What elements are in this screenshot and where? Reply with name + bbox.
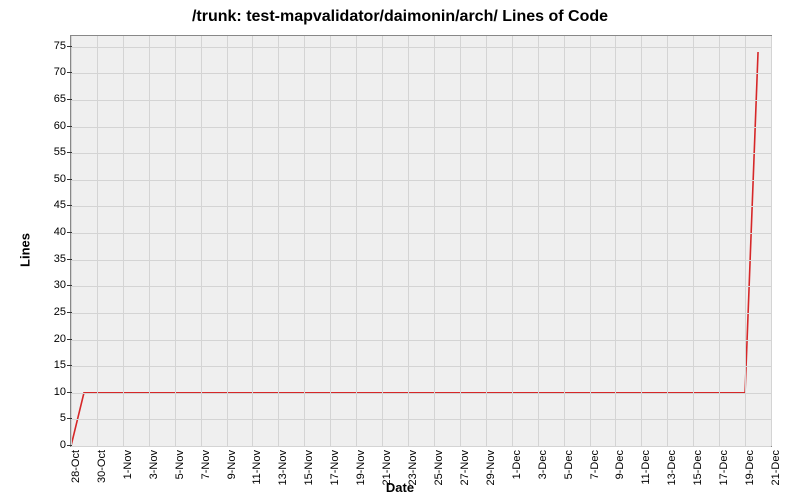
grid-v xyxy=(97,36,98,446)
grid-v xyxy=(667,36,668,446)
y-tick: 45 xyxy=(36,199,66,211)
grid-v xyxy=(771,36,772,446)
grid-v xyxy=(201,36,202,446)
grid-v xyxy=(382,36,383,446)
grid-v xyxy=(615,36,616,446)
grid-v xyxy=(304,36,305,446)
grid-h xyxy=(71,340,771,341)
x-tick: 3-Dec xyxy=(537,450,549,490)
y-tick: 20 xyxy=(36,333,66,345)
y-axis-label: Lines xyxy=(17,233,32,267)
y-tick: 70 xyxy=(36,66,66,78)
x-tick: 15-Dec xyxy=(692,450,704,490)
x-tick: 13-Nov xyxy=(277,450,289,490)
grid-v xyxy=(719,36,720,446)
grid-v xyxy=(227,36,228,446)
x-tick: 17-Nov xyxy=(329,450,341,490)
x-tick: 25-Nov xyxy=(433,450,445,490)
x-tick: 5-Nov xyxy=(174,450,186,490)
y-tick: 0 xyxy=(36,439,66,451)
grid-h xyxy=(71,180,771,181)
x-tick: 30-Oct xyxy=(96,450,108,490)
grid-v xyxy=(175,36,176,446)
y-tick: 15 xyxy=(36,359,66,371)
line-series xyxy=(71,36,771,446)
grid-v xyxy=(252,36,253,446)
x-tick: 27-Nov xyxy=(459,450,471,490)
grid-v xyxy=(434,36,435,446)
y-tick: 55 xyxy=(36,146,66,158)
x-tick: 9-Nov xyxy=(226,450,238,490)
grid-v xyxy=(745,36,746,446)
chart-title: /trunk: test-mapvalidator/daimonin/arch/… xyxy=(0,8,800,26)
grid-h xyxy=(71,313,771,314)
x-tick: 19-Nov xyxy=(355,450,367,490)
x-tick: 1-Dec xyxy=(511,450,523,490)
x-tick: 28-Oct xyxy=(70,450,82,490)
grid-h xyxy=(71,233,771,234)
grid-v xyxy=(356,36,357,446)
y-tick: 75 xyxy=(36,40,66,52)
grid-v xyxy=(693,36,694,446)
y-tick: 60 xyxy=(36,120,66,132)
y-tick: 50 xyxy=(36,173,66,185)
grid-v xyxy=(641,36,642,446)
chart-container: /trunk: test-mapvalidator/daimonin/arch/… xyxy=(0,0,800,500)
x-tick: 13-Dec xyxy=(666,450,678,490)
plot-area xyxy=(70,35,772,447)
x-tick: 23-Nov xyxy=(407,450,419,490)
grid-v xyxy=(149,36,150,446)
grid-v xyxy=(564,36,565,446)
y-tick: 40 xyxy=(36,226,66,238)
grid-v xyxy=(408,36,409,446)
y-tick: 30 xyxy=(36,279,66,291)
grid-h xyxy=(71,100,771,101)
y-tick: 5 xyxy=(36,412,66,424)
grid-v xyxy=(486,36,487,446)
grid-v xyxy=(512,36,513,446)
grid-h xyxy=(71,47,771,48)
grid-h xyxy=(71,260,771,261)
grid-v xyxy=(278,36,279,446)
grid-h xyxy=(71,127,771,128)
y-tick: 65 xyxy=(36,93,66,105)
x-tick: 19-Dec xyxy=(744,450,756,490)
grid-h xyxy=(71,393,771,394)
grid-v xyxy=(330,36,331,446)
y-tick: 25 xyxy=(36,306,66,318)
x-tick: 7-Nov xyxy=(200,450,212,490)
x-tick: 21-Dec xyxy=(770,450,782,490)
grid-v xyxy=(538,36,539,446)
grid-h xyxy=(71,419,771,420)
x-tick: 9-Dec xyxy=(614,450,626,490)
x-tick: 11-Dec xyxy=(640,450,652,490)
x-tick: 29-Nov xyxy=(485,450,497,490)
grid-h xyxy=(71,446,771,447)
grid-h xyxy=(71,286,771,287)
grid-v xyxy=(71,36,72,446)
x-tick: 3-Nov xyxy=(148,450,160,490)
x-tick: 7-Dec xyxy=(589,450,601,490)
grid-h xyxy=(71,206,771,207)
x-tick: 1-Nov xyxy=(122,450,134,490)
grid-h xyxy=(71,73,771,74)
x-axis-label: Date xyxy=(0,480,800,495)
x-tick: 17-Dec xyxy=(718,450,730,490)
grid-v xyxy=(590,36,591,446)
grid-v xyxy=(460,36,461,446)
grid-v xyxy=(123,36,124,446)
x-tick: 15-Nov xyxy=(303,450,315,490)
x-tick: 11-Nov xyxy=(251,450,263,490)
grid-h xyxy=(71,153,771,154)
x-tick: 5-Dec xyxy=(563,450,575,490)
y-tick: 10 xyxy=(36,386,66,398)
x-tick: 21-Nov xyxy=(381,450,393,490)
grid-h xyxy=(71,366,771,367)
y-tick: 35 xyxy=(36,253,66,265)
